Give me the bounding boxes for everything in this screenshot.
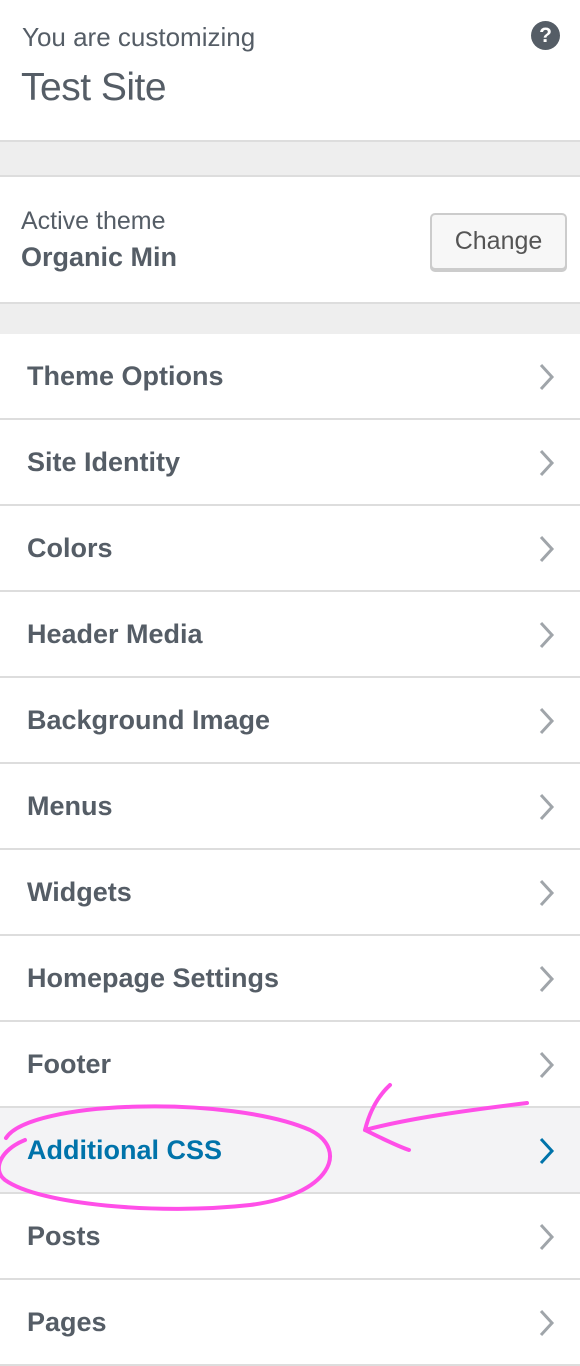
chevron-right-icon: [536, 1222, 558, 1252]
menu-item-label: Homepage Settings: [27, 963, 280, 993]
change-theme-button[interactable]: Change: [430, 213, 567, 270]
menu-item-label: Background Image: [27, 705, 271, 735]
menu-item-header-media[interactable]: Header Media: [0, 592, 580, 678]
chevron-right-icon: [536, 792, 558, 822]
chevron-right-icon: [536, 706, 558, 736]
active-theme-section: Active theme Organic Min Change: [0, 175, 580, 304]
menu-item-additional-css[interactable]: Additional CSS: [0, 1108, 580, 1194]
menu-item-posts[interactable]: Posts: [0, 1194, 580, 1280]
customizing-label: You are customizing: [22, 22, 256, 52]
chevron-right-icon: [536, 878, 558, 908]
menu-item-homepage-settings[interactable]: Homepage Settings: [0, 936, 580, 1022]
chevron-right-icon: [536, 534, 558, 564]
menu-item-label: Header Media: [27, 619, 203, 649]
menu-item-theme-options[interactable]: Theme Options: [0, 334, 580, 420]
menu-item-pages[interactable]: Pages: [0, 1280, 580, 1366]
menu-item-site-identity[interactable]: Site Identity: [0, 420, 580, 506]
menu-item-colors[interactable]: Colors: [0, 506, 580, 592]
help-icon[interactable]: ?: [531, 21, 560, 50]
chevron-right-icon: [536, 448, 558, 478]
menu-item-label: Theme Options: [27, 361, 224, 391]
menu-item-background-image[interactable]: Background Image: [0, 678, 580, 764]
section-separator: [0, 304, 580, 334]
menu-item-menus[interactable]: Menus: [0, 764, 580, 850]
active-theme-label: Active theme: [21, 207, 166, 235]
chevron-right-icon: [536, 362, 558, 392]
active-theme-name: Organic Min: [21, 242, 178, 272]
menu-item-label: Footer: [27, 1049, 111, 1079]
menu-item-label: Widgets: [27, 877, 132, 907]
chevron-right-icon: [536, 1136, 558, 1166]
site-title: Test Site: [21, 66, 167, 109]
chevron-right-icon: [536, 620, 558, 650]
chevron-right-icon: [536, 1308, 558, 1338]
section-separator: [0, 142, 580, 175]
menu-item-widgets[interactable]: Widgets: [0, 850, 580, 936]
menu-item-label: Site Identity: [27, 447, 181, 477]
menu-item-label: Menus: [27, 791, 113, 821]
menu-item-footer[interactable]: Footer: [0, 1022, 580, 1108]
chevron-right-icon: [536, 964, 558, 994]
chevron-right-icon: [536, 1050, 558, 1080]
customizer-header: You are customizing Test Site ?: [0, 0, 580, 142]
customizer-menu: Theme Options Site Identity Colors Heade…: [0, 334, 580, 1366]
menu-item-label: Posts: [27, 1221, 101, 1251]
menu-item-label: Pages: [27, 1307, 107, 1337]
menu-item-label: Additional CSS: [27, 1135, 222, 1165]
menu-item-label: Colors: [27, 533, 113, 563]
